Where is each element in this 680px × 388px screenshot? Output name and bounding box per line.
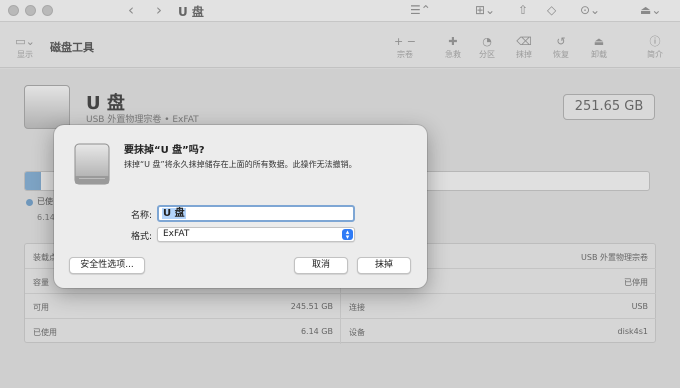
disk-size-badge: 251.65 GB <box>563 94 655 120</box>
name-input-selected-text: U 盘 <box>162 208 186 219</box>
info-button[interactable]: ⓘ 简介 <box>640 34 670 60</box>
restore-icon: ↺ <box>556 35 566 48</box>
drive-icon <box>24 85 70 129</box>
dialog-title: 要抹掉“U 盘”吗? <box>124 145 205 156</box>
grid-view-icon[interactable]: ⊞⌄ <box>475 3 495 17</box>
updown-chevron-icon: ▴ ▾ <box>342 228 353 240</box>
eject-icon[interactable]: ⏏⌄ <box>640 3 661 17</box>
info-key: 容量 <box>33 278 49 287</box>
info-key: 可用 <box>33 303 49 312</box>
toolbar-label-info: 简介 <box>647 50 663 59</box>
name-input[interactable]: U 盘 <box>157 205 355 222</box>
erase-button[interactable]: 抹掉 <box>357 257 411 274</box>
forward-icon[interactable]: › <box>156 1 162 19</box>
minimize-window-button[interactable] <box>25 5 36 16</box>
stethoscope-icon: ✚ <box>448 35 458 48</box>
usage-bar-fill <box>25 172 41 190</box>
sidebar-toggle-label: 显示 <box>17 50 33 59</box>
back-icon[interactable]: ‹ <box>128 1 134 19</box>
sidebar-toggle-button[interactable]: ▭⌄ 显示 <box>10 34 40 60</box>
info-value: USB <box>631 302 648 311</box>
zoom-window-button[interactable] <box>42 5 53 16</box>
info-icon: ⓘ <box>649 35 661 48</box>
list-view-icon[interactable]: ☰⌃ <box>410 3 431 17</box>
toolbar-label-erase: 抹掉 <box>516 50 532 59</box>
format-label: 格式: <box>130 232 152 242</box>
toolbar-label-first-aid: 急救 <box>445 50 461 59</box>
info-key: 设备 <box>349 328 365 337</box>
name-label: 名称: <box>130 211 152 221</box>
info-value: 已停用 <box>624 278 648 287</box>
more-actions-icon[interactable]: ⊙⌄ <box>580 3 600 17</box>
first-aid-button[interactable]: ✚ 急救 <box>438 34 468 60</box>
unmount-icon: ⏏ <box>593 35 605 48</box>
info-value: disk4s1 <box>617 327 648 336</box>
remove-icon: − <box>406 35 416 48</box>
close-window-button[interactable] <box>8 5 19 16</box>
unmount-button[interactable]: ⏏ 卸载 <box>584 34 614 60</box>
used-legend-label: 已使 <box>37 197 53 206</box>
window-titlebar: ‹ › U 盘 ☰⌃ ⊞⌄ ⇧ ◇ ⊙⌄ ⏏⌄ <box>0 0 680 22</box>
window-title: U 盘 <box>178 5 204 19</box>
info-row-connection: 连接 USB <box>340 294 656 319</box>
disk-subtitle: USB 外置物理宗卷 • ExFAT <box>86 115 199 125</box>
toolbar-label-partition: 分区 <box>479 50 495 59</box>
partition-button[interactable]: ◔ 分区 <box>472 34 502 60</box>
share-icon[interactable]: ⇧ <box>518 3 528 17</box>
info-value: 6.14 GB <box>300 327 333 336</box>
security-options-button[interactable]: 安全性选项... <box>69 257 145 274</box>
info-value: USB 外置物理宗卷 <box>581 253 648 262</box>
used-legend-dot <box>26 199 33 206</box>
format-selected-value: ExFAT <box>163 229 190 239</box>
cancel-button[interactable]: 取消 <box>294 257 348 274</box>
app-title: 磁盘工具 <box>50 41 94 54</box>
toolbar-label-volume: 宗卷 <box>397 50 413 59</box>
info-value: 245.51 GB <box>290 302 333 311</box>
restore-button[interactable]: ↺ 恢复 <box>546 34 576 60</box>
used-legend-value: 6.14 <box>37 213 55 222</box>
format-select[interactable]: ExFAT ▴ ▾ <box>157 227 355 242</box>
add-volume-button[interactable]: + − 宗卷 <box>390 34 420 60</box>
partition-icon: ◔ <box>482 35 492 48</box>
info-row-device: 设备 disk4s1 <box>340 319 656 344</box>
erase-toolbar-button[interactable]: ⌫ 抹掉 <box>509 34 539 60</box>
info-row-available: 可用 245.51 GB <box>25 294 341 319</box>
toolbar-label-restore: 恢复 <box>553 50 569 59</box>
add-icon: + <box>394 35 404 48</box>
external-drive-icon <box>74 143 110 185</box>
toolbar-label-unmount: 卸载 <box>591 50 607 59</box>
tag-icon[interactable]: ◇ <box>547 3 556 17</box>
info-key: 连接 <box>349 303 365 312</box>
erase-dialog: 要抹掉“U 盘”吗? 抹掉“U 盘”将永久抹掉储存在上面的所有数据。此操作无法撤… <box>54 125 427 288</box>
info-key: 已使用 <box>33 328 57 337</box>
erase-icon: ⌫ <box>516 35 532 48</box>
info-row-used: 已使用 6.14 GB <box>25 319 341 344</box>
disk-utility-toolbar: ▭⌄ 显示 磁盘工具 + − 宗卷 ✚ 急救 ◔ 分区 ⌫ 抹掉 ↺ 恢复 ⏏ … <box>0 22 680 68</box>
dialog-message: 抹掉“U 盘”将永久抹掉储存在上面的所有数据。此操作无法撤销。 <box>124 160 357 169</box>
sidebar-icon: ▭⌄ <box>15 35 35 48</box>
add-volume-symbol: + − <box>390 34 420 49</box>
